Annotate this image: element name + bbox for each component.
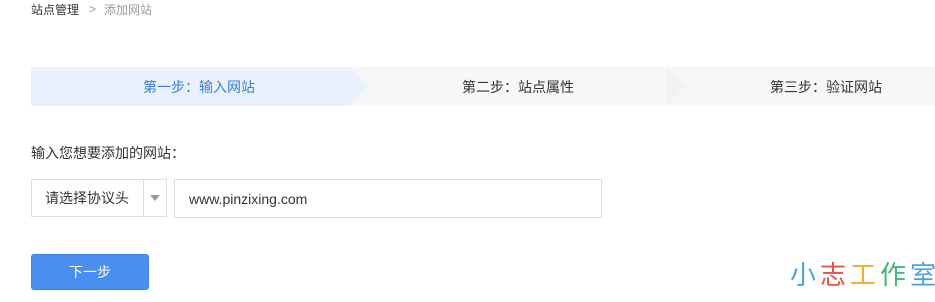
step-2-label: 第二步：站点属性 [462, 78, 574, 95]
step-1-label: 第一步：输入网站 [143, 78, 255, 95]
protocol-select-value: 请选择协议头 [45, 190, 129, 206]
triangle-down-shape [150, 195, 160, 201]
breadcrumb: 站点管理 > 添加网站 [31, 0, 152, 18]
watermark-char: 志 [820, 260, 851, 291]
next-step-button[interactable]: 下一步 [31, 254, 149, 290]
step-2: 第二步：站点属性 [367, 67, 669, 106]
breadcrumb-separator-icon: > [89, 2, 97, 16]
watermark-char: 作 [880, 260, 911, 291]
steps-bar: 第一步：输入网站 第二步：站点属性 第三步：验证网站 [31, 67, 935, 106]
step-3: 第三步：验证网站 [685, 67, 935, 106]
breadcrumb-site-management[interactable]: 站点管理 [31, 1, 79, 18]
add-site-prompt: 输入您想要添加的网站： [31, 145, 185, 161]
breadcrumb-add-site: 添加网站 [104, 2, 153, 17]
watermark-logo: 小 志 工 作 室 [790, 254, 935, 292]
step-1: 第一步：输入网站 [31, 67, 367, 106]
chevron-down-icon[interactable] [144, 180, 166, 216]
watermark-char: 小 [790, 260, 821, 291]
url-input[interactable] [174, 179, 602, 218]
step-2-arrow [667, 67, 685, 105]
protocol-select[interactable]: 请选择协议头 [31, 179, 167, 217]
watermark-char: 室 [910, 260, 935, 291]
step-3-label: 第三步：验证网站 [770, 78, 882, 95]
watermark-char: 工 [850, 260, 881, 291]
